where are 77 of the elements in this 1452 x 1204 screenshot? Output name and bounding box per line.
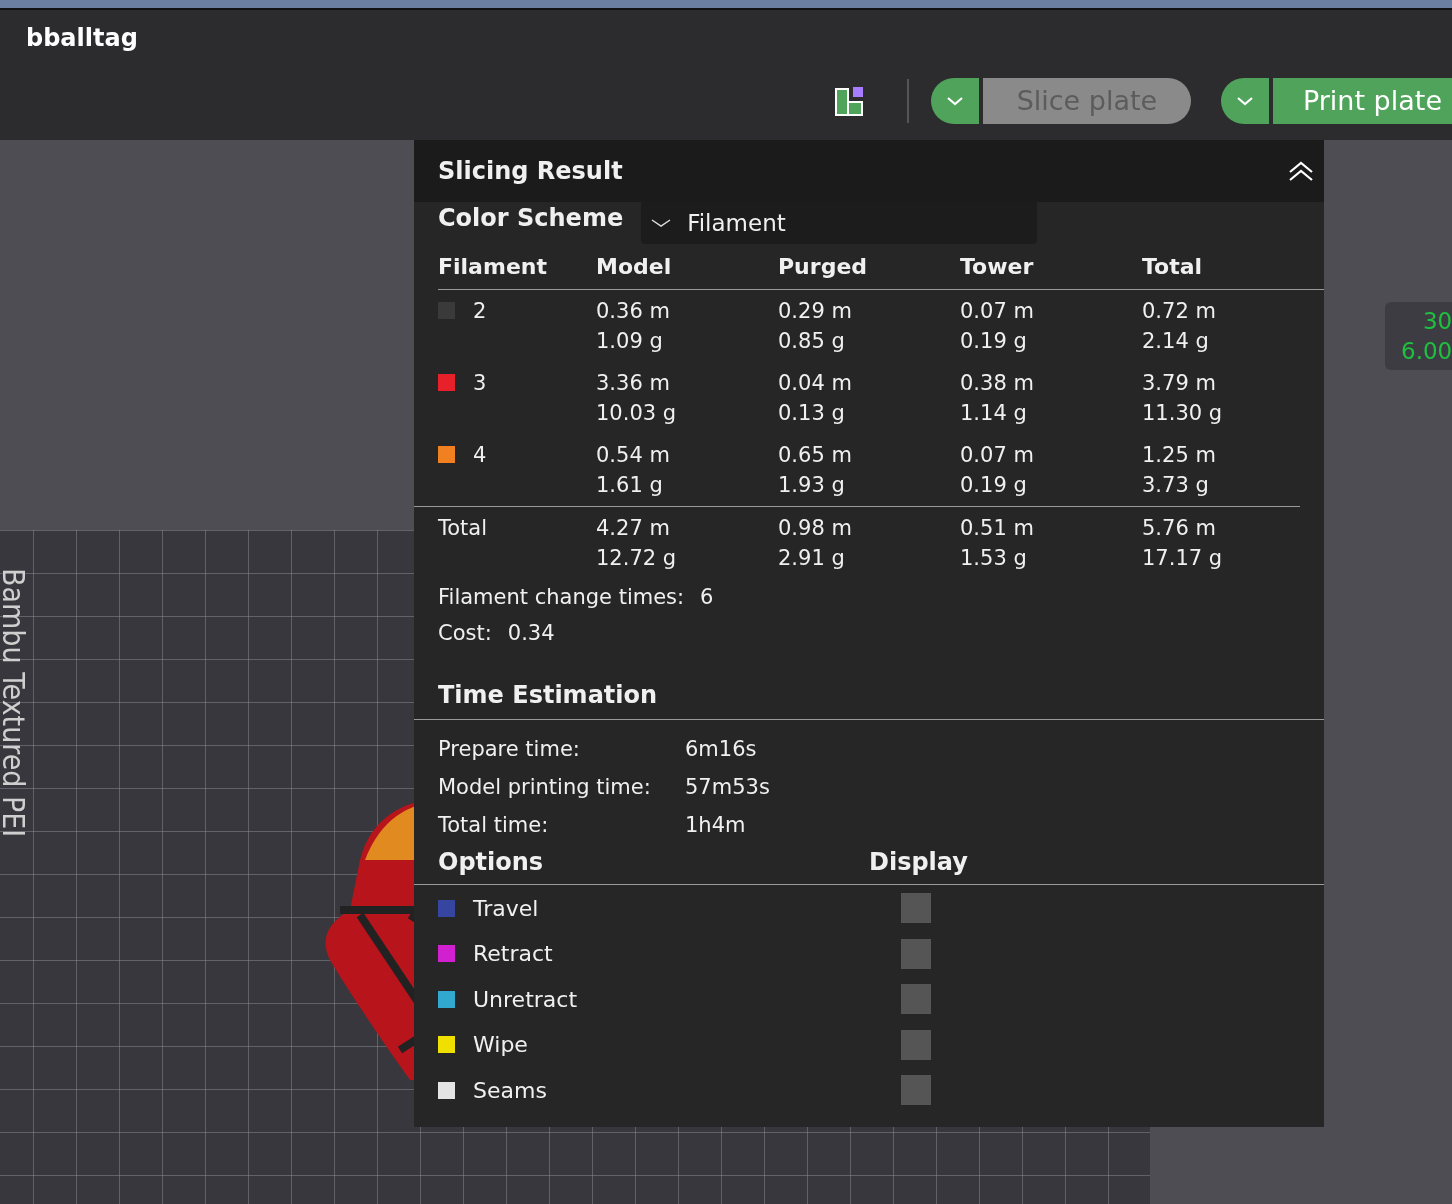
- table-cell-text: 11.30 g: [1142, 400, 1224, 427]
- panel-title: Slicing Result: [438, 156, 623, 187]
- column-header: Model: [596, 244, 778, 290]
- layer-value: 30: [1421, 307, 1452, 336]
- table-cell-text: 1.61 g: [596, 472, 664, 499]
- dropdown-button[interactable]: [930, 78, 979, 124]
- cost-value: 0.34: [507, 621, 555, 645]
- column-header: Total: [1142, 244, 1324, 290]
- table-cell-text: 0.19 g: [960, 328, 1028, 355]
- table-cell-text: 12.72 g: [596, 545, 678, 572]
- table-cell-text: 1.14 g: [960, 400, 1028, 427]
- section-title: Time Estimation: [438, 681, 658, 709]
- option-label: Unretract: [473, 985, 578, 1014]
- dropdown-button[interactable]: [1220, 78, 1269, 124]
- column-header: Filament: [438, 244, 596, 290]
- time-value: 57m53s: [685, 774, 771, 801]
- table-cell-text: 0.19 g: [960, 472, 1028, 499]
- table-cell-text: 0.04 m: [778, 370, 853, 397]
- table-cell-text: 0.29 m: [778, 298, 853, 325]
- change-times-label: Filament change times:: [438, 585, 685, 609]
- time-label: Total time:: [438, 812, 550, 839]
- display-checkbox[interactable]: [901, 984, 931, 1014]
- cost-label: Cost:: [438, 621, 492, 645]
- table-cell-text: 1.53 g: [960, 545, 1028, 572]
- table-cell-text: 1.25 m: [1142, 442, 1217, 469]
- table-cell-text: 0.13 g: [778, 400, 846, 427]
- layout-icon[interactable]: [834, 86, 865, 116]
- time-label: Model printing time:: [438, 774, 652, 801]
- option-label: Travel: [473, 894, 539, 923]
- display-checkbox[interactable]: [901, 1029, 931, 1060]
- table-cell-text: 0.65 m: [778, 442, 853, 469]
- table-cell-text: 2.91 g: [778, 545, 846, 572]
- column-header: Purged: [778, 244, 960, 290]
- table-cell-text: 3.36 m: [596, 370, 671, 397]
- table-cell-text: 0.85 g: [778, 328, 846, 355]
- table-cell-text: 0.38 m: [960, 370, 1035, 397]
- option-label: Seams: [473, 1076, 547, 1105]
- table-cell-text: 2.14 g: [1142, 328, 1210, 355]
- table-cell-text: 0.07 m: [960, 442, 1035, 469]
- time-value: 1h4m: [685, 812, 747, 839]
- filament-number: 3: [473, 370, 487, 397]
- display-checkbox[interactable]: [901, 893, 931, 923]
- section-title: Options: [438, 847, 545, 878]
- time-label: Prepare time:: [438, 736, 581, 763]
- table-cell-text: 10.03 g: [596, 400, 678, 427]
- table-cell-text: 0.72 m: [1142, 298, 1217, 325]
- window-title: bballtag: [26, 23, 138, 54]
- table-cell-text: 3.79 m: [1142, 370, 1217, 397]
- time-value: 6m16s: [685, 736, 758, 763]
- option-label: Wipe: [473, 1031, 528, 1059]
- table-cell-text: 1.09 g: [596, 328, 664, 355]
- display-checkbox[interactable]: [901, 938, 931, 969]
- color-scheme-dropdown[interactable]: Filament: [641, 202, 1038, 244]
- table-cell-text: 1.93 g: [778, 472, 846, 499]
- table-cell-text: 0.98 m: [778, 515, 853, 542]
- table-cell-text: 17.17 g: [1142, 545, 1224, 572]
- color-scheme-label: Color Scheme: [438, 203, 624, 234]
- filament-number: 2: [473, 298, 487, 325]
- table-cell-text: 0.36 m: [596, 298, 671, 325]
- table-cell-text: 0.54 m: [596, 442, 671, 469]
- table-cell-text: 4.27 m: [596, 515, 671, 542]
- display-checkbox[interactable]: [901, 1075, 931, 1105]
- collapse-icon[interactable]: [1288, 160, 1314, 182]
- chevron-down-icon: [651, 218, 672, 228]
- column-header: Tower: [960, 244, 1142, 290]
- total-label: Total: [438, 515, 489, 542]
- section-title: Display: [869, 847, 969, 878]
- table-cell-text: 5.76 m: [1142, 515, 1217, 542]
- option-label: Retract: [473, 940, 553, 968]
- change-times-value: 6: [700, 585, 714, 609]
- table-cell-text: 3.73 g: [1142, 472, 1210, 499]
- plate-label: Bambu Textured PEI: [0, 568, 32, 838]
- table-cell-text: 0.07 m: [960, 298, 1035, 325]
- layer-value: 6.00: [1401, 337, 1452, 366]
- filament-number: 4: [473, 442, 487, 469]
- print-plate-button[interactable]: Print plate: [1272, 78, 1452, 124]
- table-cell-text: 0.51 m: [960, 515, 1035, 542]
